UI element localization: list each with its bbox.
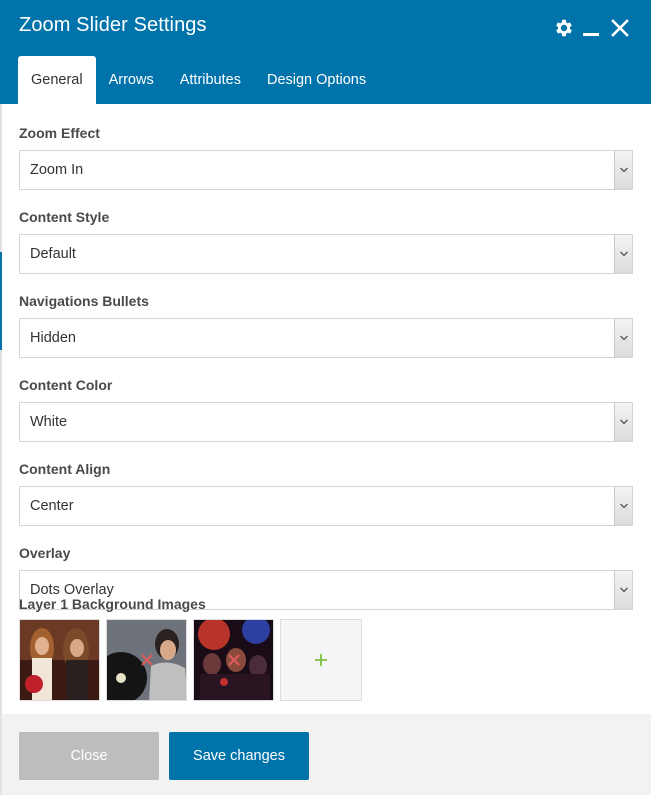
left-border [0,104,2,795]
gear-icon[interactable] [553,17,575,39]
content-align-select[interactable]: Center [19,486,633,526]
select-value: White [30,414,68,430]
field-label: Zoom Effect [19,125,100,141]
save-changes-button[interactable]: Save changes [169,732,309,780]
tab-general[interactable]: General [18,56,96,104]
select-value: Default [30,246,76,262]
chevron-down-icon[interactable] [614,319,632,357]
image-thumbnail[interactable] [193,619,274,701]
field-label: Content Color [19,377,113,393]
tab-attributes[interactable]: Attributes [167,56,254,104]
chevron-down-icon[interactable] [614,235,632,273]
images-label: Layer 1 Background Images [19,596,206,612]
plus-icon [315,654,327,666]
image-thumbnail[interactable] [19,619,100,701]
select-value: Hidden [30,330,76,346]
chevron-down-icon[interactable] [614,487,632,525]
dialog-header: Zoom Slider Settings General Arrows Attr… [0,0,651,104]
field-label: Overlay [19,545,71,561]
select-value: Center [30,498,74,514]
field-content-style: Content Style Default [19,208,633,274]
content-style-select[interactable]: Default [19,234,633,274]
remove-x-icon[interactable] [140,653,154,667]
field-zoom-effect: Zoom Effect Zoom In [19,124,633,190]
remove-x-icon[interactable] [227,653,241,667]
tab-arrows[interactable]: Arrows [96,56,167,104]
field-content-color: Content Color White [19,376,633,442]
close-button[interactable]: Close [19,732,159,780]
chevron-down-icon[interactable] [614,403,632,441]
chevron-down-icon[interactable] [614,151,632,189]
field-label: Navigations Bullets [19,293,149,309]
field-label: Content Style [19,209,110,225]
select-value: Zoom In [30,162,84,178]
zoom-effect-select[interactable]: Zoom In [19,150,633,190]
dialog-footer: Close Save changes [2,714,651,795]
dialog-title: Zoom Slider Settings [19,14,207,36]
tab-bar: General Arrows Attributes Design Options [18,56,379,104]
settings-form: Zoom Effect Zoom In Content Style Defaul… [19,124,633,628]
background-images-list [19,619,362,701]
add-image-button[interactable] [280,619,362,701]
left-accent-marker [0,252,2,350]
tab-design-options[interactable]: Design Options [254,56,379,104]
minimize-icon[interactable] [582,18,600,38]
content-color-select[interactable]: White [19,402,633,442]
navigation-bullets-select[interactable]: Hidden [19,318,633,358]
field-label: Content Align [19,461,111,477]
close-icon[interactable] [611,18,629,38]
image-thumbnail[interactable] [106,619,187,701]
field-navigation-bullets: Navigations Bullets Hidden [19,292,633,358]
thumbnail-photo [20,620,99,700]
chevron-down-icon[interactable] [614,571,632,609]
field-content-align: Content Align Center [19,460,633,526]
